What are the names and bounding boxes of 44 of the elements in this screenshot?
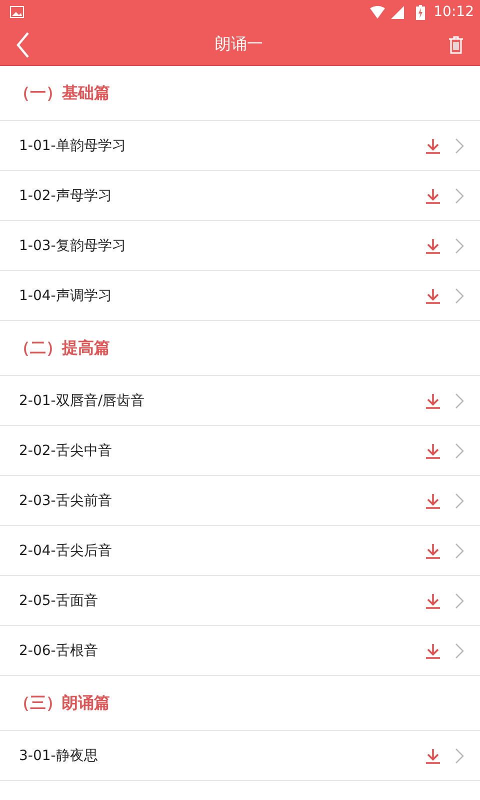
- section-header: （三）朗诵篇: [0, 676, 480, 731]
- download-icon[interactable]: [425, 542, 441, 558]
- page-title: 朗诵一: [214, 34, 264, 55]
- lesson-item[interactable]: 2-06-舌根音: [0, 626, 480, 676]
- section-header: （二）提高篇: [0, 321, 480, 376]
- download-icon[interactable]: [425, 138, 441, 154]
- chevron-right-icon: [455, 592, 464, 608]
- section-header: （一）基础篇: [0, 66, 480, 121]
- chevron-right-icon: [455, 748, 464, 764]
- chevron-right-icon: [455, 442, 464, 458]
- lesson-item[interactable]: 2-03-舌尖前音: [0, 476, 480, 526]
- download-icon[interactable]: [425, 188, 441, 204]
- image-icon: [10, 6, 24, 18]
- chevron-right-icon: [455, 288, 464, 304]
- lesson-item[interactable]: 3-01-静夜思: [0, 731, 480, 781]
- download-icon[interactable]: [425, 748, 441, 764]
- delete-button[interactable]: [446, 36, 466, 54]
- download-icon[interactable]: [425, 288, 441, 304]
- lesson-item[interactable]: 1-02-声母学习: [0, 171, 480, 221]
- lesson-item[interactable]: 2-01-双唇音/唇齿音: [0, 376, 480, 426]
- lesson-item[interactable]: 1-01-单韵母学习: [0, 121, 480, 171]
- back-button[interactable]: [14, 32, 32, 58]
- chevron-right-icon: [455, 188, 464, 204]
- lesson-item[interactable]: 1-03-复韵母学习: [0, 221, 480, 271]
- download-icon[interactable]: [425, 492, 441, 508]
- battery-icon: [416, 4, 425, 20]
- download-icon[interactable]: [425, 442, 441, 458]
- lesson-item[interactable]: 1-04-声调学习: [0, 271, 480, 321]
- lesson-item[interactable]: 2-05-舌面音: [0, 576, 480, 626]
- status-time: 10:12: [434, 4, 474, 20]
- lesson-item[interactable]: 2-04-舌尖后音: [0, 526, 480, 576]
- chevron-right-icon: [455, 492, 464, 508]
- chevron-right-icon: [455, 392, 464, 408]
- download-icon[interactable]: [425, 238, 441, 254]
- signal-icon: [390, 6, 405, 18]
- chevron-right-icon: [455, 138, 464, 154]
- download-icon[interactable]: [425, 642, 441, 658]
- chevron-right-icon: [455, 238, 464, 254]
- chevron-right-icon: [455, 642, 464, 658]
- lesson-item[interactable]: 2-02-舌尖中音: [0, 426, 480, 476]
- wifi-icon: [370, 6, 385, 18]
- download-icon[interactable]: [425, 392, 441, 408]
- download-icon[interactable]: [425, 592, 441, 608]
- chevron-right-icon: [455, 542, 464, 558]
